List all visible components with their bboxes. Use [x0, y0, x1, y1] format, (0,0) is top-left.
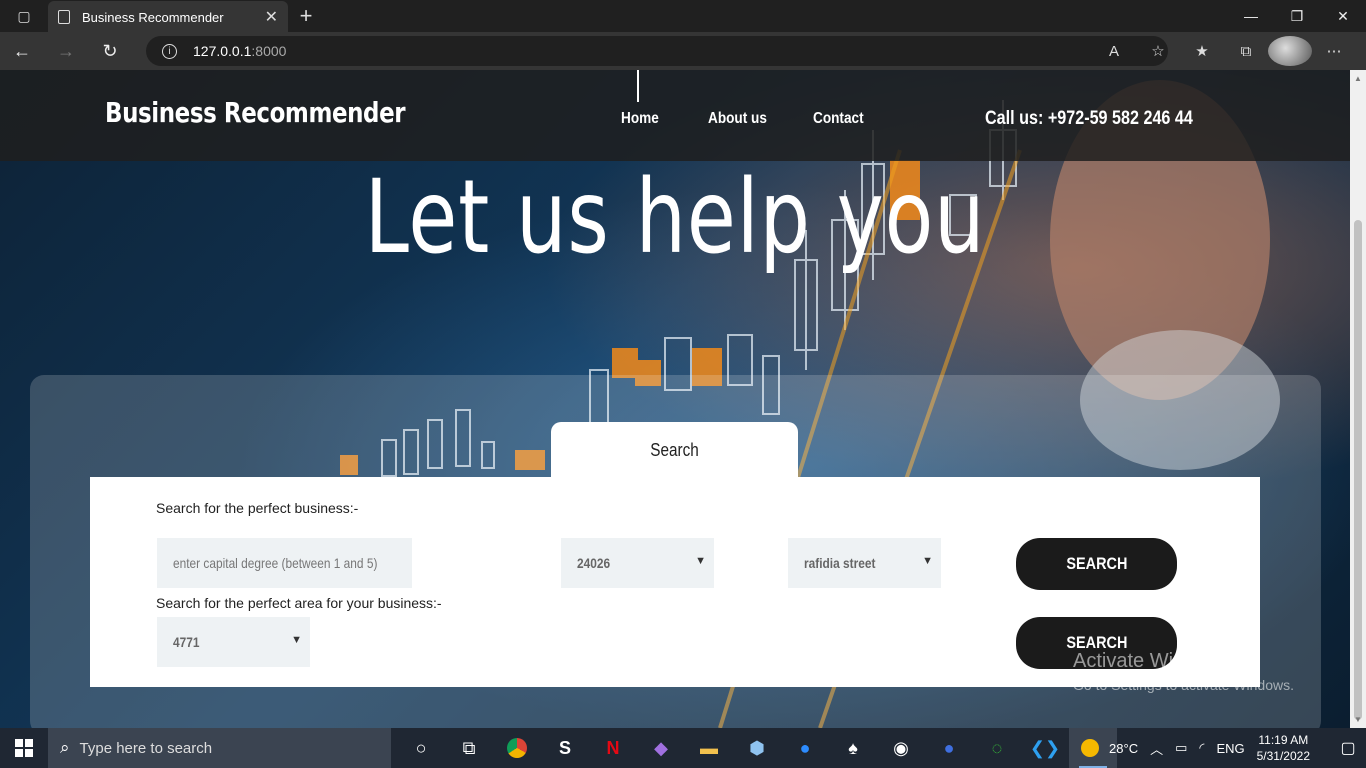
new-tab-button[interactable]: + — [288, 3, 324, 29]
more-menu-icon[interactable]: ⋯ — [1312, 36, 1356, 66]
select-code[interactable]: 24026 ▼ — [561, 538, 714, 588]
collections-icon[interactable]: ⧉ — [1224, 36, 1268, 66]
refresh-button[interactable]: ↻ — [88, 32, 132, 70]
clock-date: 5/31/2022 — [1256, 749, 1310, 763]
clock[interactable]: 11:19 AM 5/31/2022 — [1257, 732, 1310, 764]
temperature[interactable]: 28°C — [1109, 741, 1138, 756]
browser-actions: A ☆ ★ ⧉ ⋯ — [1092, 36, 1356, 66]
system-tray: 28°C ︿ ▭ ◜ ENG 11:19 AM 5/31/2022 ▢ — [1081, 728, 1366, 768]
nav-about[interactable]: About us — [708, 110, 767, 128]
netflix-icon[interactable]: N — [589, 728, 637, 768]
site-info-icon[interactable]: i — [162, 43, 177, 59]
tab-title: Business Recommender — [82, 9, 224, 25]
task-view-icon[interactable]: ⧉ — [445, 728, 493, 768]
weather-sun-icon[interactable] — [1081, 739, 1100, 757]
close-tab-icon[interactable]: ✕ — [265, 7, 278, 27]
battery-icon[interactable]: ▭ — [1175, 740, 1187, 756]
address-bar[interactable]: i 127.0.0.1:8000 — [146, 36, 1168, 66]
business-search-label: Search for the perfect business:- — [156, 500, 359, 516]
wifi-icon[interactable]: ◜ — [1199, 740, 1204, 756]
capital-degree-input[interactable]: enter capital degree (between 1 and 5) — [157, 538, 412, 588]
clock-time: 11:19 AM — [1258, 733, 1309, 747]
select-area-value: 4771 — [173, 634, 200, 650]
select-area[interactable]: 4771 ▼ — [157, 617, 310, 667]
search-icon: ⌕ — [60, 738, 70, 757]
visual-studio-icon[interactable]: ◆ — [637, 728, 685, 768]
search-business-button[interactable]: SEARCH — [1016, 538, 1177, 590]
vscode-icon[interactable]: ❮❯ — [1021, 728, 1069, 768]
favorites-icon[interactable]: ★ — [1180, 36, 1224, 66]
search-tab[interactable]: Search — [551, 422, 798, 482]
scroll-up-icon[interactable]: ▲ — [1354, 74, 1362, 83]
windows-taskbar: ⌕ Type here to search ○ ⧉ S N ◆ ▬ ⬢ ● ♠ … — [0, 728, 1366, 768]
browser-tab[interactable]: Business Recommender ✕ — [48, 1, 288, 33]
nav-home[interactable]: Home — [621, 110, 659, 128]
add-favorite-icon[interactable]: ☆ — [1136, 36, 1180, 66]
scroll-down-icon[interactable]: ▼ — [1354, 715, 1362, 724]
url-port: :8000 — [251, 43, 287, 59]
chevron-down-icon: ▼ — [922, 555, 933, 567]
url-host: 127.0.0.1 — [193, 43, 252, 59]
page-scrollbar[interactable]: ▲ ▼ — [1350, 70, 1366, 728]
nav-contact[interactable]: Contact — [813, 110, 864, 128]
show-hidden-icons-icon[interactable]: ︿ — [1150, 739, 1163, 758]
taskbar-apps: ○ ⧉ S N ◆ ▬ ⬢ ● ♠ ◉ ● ◌ ❮❯ ◐ — [397, 728, 1117, 768]
app-s-icon[interactable]: S — [541, 728, 589, 768]
zoom-icon[interactable]: ● — [781, 728, 829, 768]
page-icon — [58, 10, 70, 24]
forward-button[interactable]: → — [44, 32, 88, 70]
select-street-value: rafidia street — [804, 555, 876, 571]
window-controls: — ❐ ✕ — [1228, 0, 1366, 32]
profile-avatar[interactable] — [1268, 36, 1312, 66]
taskbar-search[interactable]: ⌕ Type here to search — [48, 728, 391, 768]
activate-windows-subtitle: Go to Settings to activate Windows. — [1073, 677, 1294, 693]
activate-windows-title: Activate Windows — [1073, 650, 1231, 672]
language-indicator[interactable]: ENG — [1216, 741, 1244, 756]
chevron-down-icon: ▼ — [695, 555, 706, 567]
restore-icon[interactable]: ❐ — [1274, 0, 1320, 32]
area-search-label: Search for the perfect area for your bus… — [156, 595, 442, 611]
taskbar-search-placeholder: Type here to search — [79, 739, 213, 757]
notifications-icon[interactable]: ▢ — [1330, 738, 1366, 758]
hero-heading: Let us help you — [364, 158, 986, 277]
tab-actions-icon[interactable]: ▢ — [0, 0, 48, 32]
site-header: Business Recommender Home About us Conta… — [0, 70, 1350, 161]
capital-degree-placeholder: enter capital degree (between 1 and 5) — [173, 555, 378, 571]
file-explorer-icon[interactable]: ▬ — [685, 728, 733, 768]
chevron-down-icon: ▼ — [291, 634, 302, 646]
camera-icon[interactable]: ◉ — [877, 728, 925, 768]
web-page: Business Recommender Home About us Conta… — [0, 70, 1350, 728]
search-tab-label: Search — [650, 440, 699, 460]
scrollbar-thumb[interactable] — [1354, 220, 1362, 720]
avatar — [1268, 36, 1312, 66]
active-nav-indicator — [637, 70, 639, 102]
phone-number: Call us: +972-59 582 246 44 — [985, 108, 1193, 129]
windows-logo-icon — [15, 739, 33, 757]
browser-tabbar: ▢ Business Recommender ✕ + — ❐ ✕ — [0, 0, 1366, 33]
start-button[interactable] — [0, 728, 48, 768]
select-street[interactable]: rafidia street ▼ — [788, 538, 941, 588]
search-business-button-label: SEARCH — [1065, 554, 1128, 573]
site-logo[interactable]: Business Recommender — [105, 96, 406, 129]
back-button[interactable]: ← — [0, 32, 44, 70]
3d-viewer-icon[interactable]: ⬢ — [733, 728, 781, 768]
cortana-icon[interactable]: ○ — [397, 728, 445, 768]
select-code-value: 24026 — [577, 555, 611, 571]
game-icon[interactable]: ● — [925, 728, 973, 768]
chrome-icon[interactable] — [493, 728, 541, 768]
minimize-icon[interactable]: — — [1228, 0, 1274, 32]
read-aloud-icon[interactable]: A — [1092, 36, 1136, 66]
app-ring-icon[interactable]: ◌ — [973, 728, 1021, 768]
solitaire-icon[interactable]: ♠ — [829, 728, 877, 768]
window-close-icon[interactable]: ✕ — [1320, 0, 1366, 32]
address-toolbar: ← → ↻ i 127.0.0.1:8000 A ☆ ★ ⧉ ⋯ — [0, 32, 1366, 70]
